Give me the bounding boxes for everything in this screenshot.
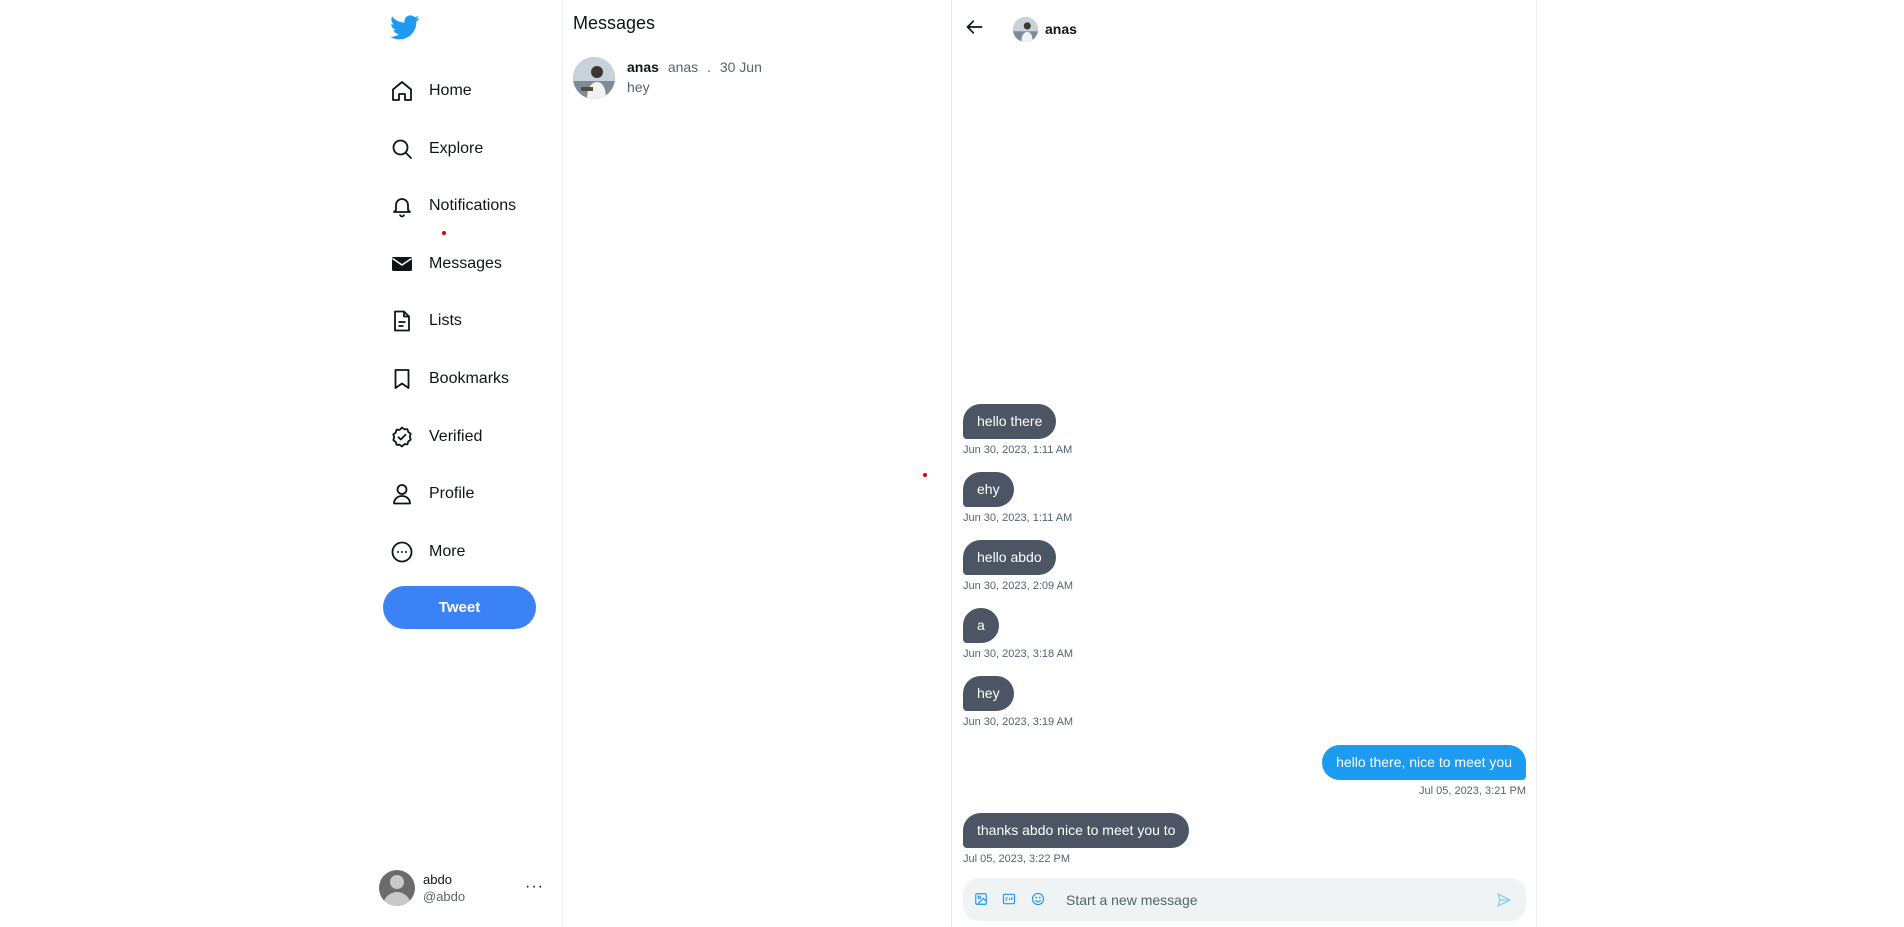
sidebar-item-home[interactable]: Home: [389, 71, 472, 111]
back-button[interactable]: [963, 17, 987, 41]
tweet-button[interactable]: Tweet: [383, 586, 536, 629]
send-icon[interactable]: [1494, 890, 1514, 910]
message-outgoing: hello there, nice to meet you Jul 05, 20…: [1322, 745, 1526, 797]
list-document-icon: [389, 308, 415, 334]
account-handle: @abdo: [423, 889, 466, 904]
message-incoming: hey Jun 30, 2023, 3:19 AM: [963, 676, 1073, 728]
message-timestamp: Jul 05, 2023, 3:21 PM: [1418, 785, 1526, 797]
sidebar-item-messages[interactable]: Messages: [389, 244, 502, 284]
sidebar-item-label: Verified: [429, 428, 483, 445]
message-incoming: thanks abdo nice to meet you to Jul 05, …: [963, 813, 1190, 865]
message-timestamp: Jul 05, 2023, 3:22 PM: [963, 853, 1071, 865]
page-title: Messages: [573, 13, 656, 33]
sidebar-item-verified[interactable]: Verified: [389, 417, 482, 457]
message-timestamp: Jun 30, 2023, 3:19 AM: [963, 716, 1074, 728]
gif-icon[interactable]: [1000, 890, 1018, 908]
more-circle-icon: [389, 539, 415, 565]
message-input[interactable]: [1066, 889, 1466, 911]
bookmark-icon: [389, 366, 415, 392]
arrow-left-icon: [965, 17, 985, 42]
message-timestamp: Jun 30, 2023, 1:11 AM: [963, 512, 1073, 524]
chat-panel: anas hello there Jun 30, 2023, 1:11 AM e…: [953, 0, 1536, 927]
avatar: [379, 870, 415, 906]
message-bubble[interactable]: a: [963, 608, 999, 643]
sidebar-item-lists[interactable]: Lists: [389, 301, 462, 341]
home-icon: [389, 78, 415, 104]
account-name: abdo: [423, 872, 452, 887]
conversation-preview: hey: [627, 79, 650, 95]
verified-check-icon: [389, 424, 415, 450]
message-incoming: hello abdo Jun 30, 2023, 2:09 AM: [963, 540, 1073, 592]
message-incoming: a Jun 30, 2023, 3:18 AM: [963, 608, 1073, 660]
messages-list-panel: Messages anas anas . 30 Jun hey: [563, 0, 952, 927]
sidebar-item-more[interactable]: More: [389, 532, 465, 572]
message-incoming: ehy Jun 30, 2023, 1:11 AM: [963, 472, 1072, 524]
conversation-name: anas: [627, 59, 659, 75]
chat-header: anas: [953, 0, 1536, 58]
chat-contact-name[interactable]: anas: [1045, 21, 1077, 37]
sidebar-item-notifications[interactable]: Notifications: [389, 186, 516, 226]
conversation-date: 30 Jun: [719, 59, 762, 75]
image-icon[interactable]: [972, 890, 990, 908]
sidebar-item-bookmarks[interactable]: Bookmarks: [389, 359, 509, 399]
person-icon: [389, 481, 415, 507]
sidebar-item-label: Messages: [429, 255, 502, 272]
separator-dot: .: [707, 59, 711, 75]
sidebar-item-label: Explore: [429, 140, 484, 157]
sidebar-item-label: Lists: [429, 312, 462, 329]
search-icon: [389, 136, 415, 162]
sidebar-item-label: Notifications: [429, 197, 517, 214]
avatar: [573, 57, 615, 99]
bell-icon: [389, 193, 415, 219]
account-switcher[interactable]: abdo @abdo ···: [379, 866, 544, 910]
sidebar: Home Explore Notifications Messages List…: [379, 0, 562, 927]
message-incoming: hello there Jun 30, 2023, 1:11 AM: [963, 404, 1072, 456]
message-bubble[interactable]: hello there, nice to meet you: [1322, 745, 1526, 780]
message-timestamp: Jun 30, 2023, 2:09 AM: [963, 580, 1074, 592]
more-horizontal-icon[interactable]: ···: [525, 878, 544, 896]
sidebar-item-label: More: [429, 543, 466, 560]
twitter-bird-icon[interactable]: [390, 12, 420, 42]
cursor-marker: [442, 231, 446, 235]
emoji-icon[interactable]: [1029, 890, 1047, 908]
sidebar-item-label: Home: [429, 82, 472, 99]
sidebar-item-label: Profile: [429, 485, 475, 502]
message-bubble[interactable]: hey: [963, 676, 1014, 711]
conversation-item[interactable]: anas anas . 30 Jun hey: [573, 57, 943, 101]
message-bubble[interactable]: hello there: [963, 404, 1057, 439]
envelope-icon: [389, 251, 415, 277]
message-timestamp: Jun 30, 2023, 3:18 AM: [963, 648, 1074, 660]
message-bubble[interactable]: ehy: [963, 472, 1014, 507]
conversation-handle: anas: [667, 59, 699, 75]
divider: [1536, 0, 1537, 927]
message-timestamp: Jun 30, 2023, 1:11 AM: [963, 444, 1073, 456]
message-bubble[interactable]: thanks abdo nice to meet you to: [963, 813, 1190, 848]
message-composer: [963, 878, 1526, 921]
sidebar-item-label: Bookmarks: [429, 370, 510, 387]
avatar[interactable]: [1013, 17, 1038, 42]
sidebar-item-explore[interactable]: Explore: [389, 129, 483, 169]
sidebar-item-profile[interactable]: Profile: [389, 474, 474, 514]
message-bubble[interactable]: hello abdo: [963, 540, 1056, 575]
